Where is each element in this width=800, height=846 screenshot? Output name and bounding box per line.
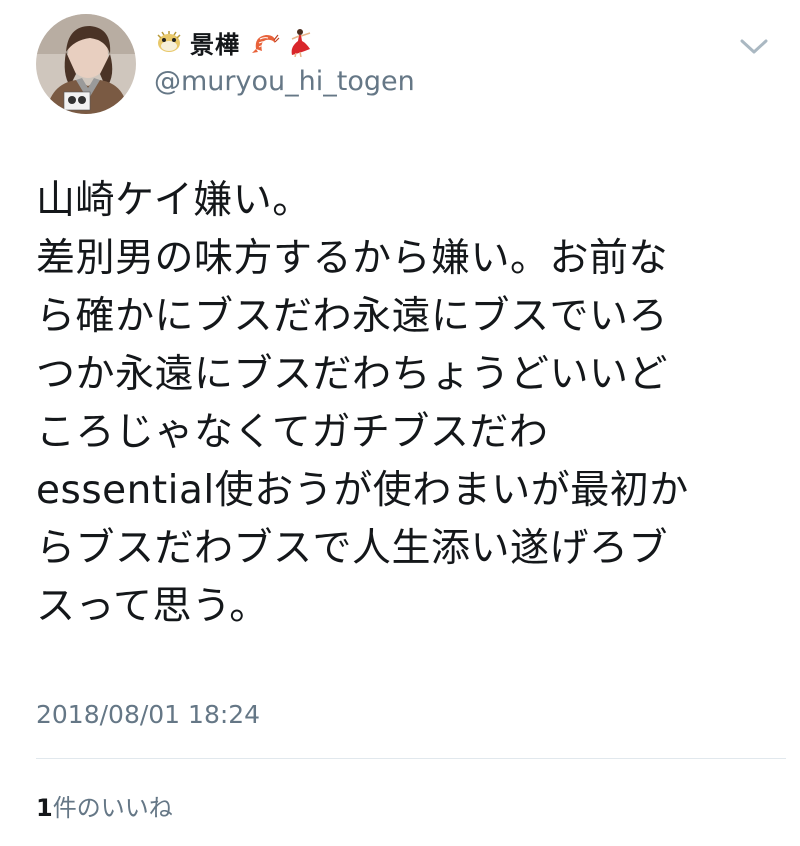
tweet-text-line: スって思う。 xyxy=(36,584,269,629)
tweet-text-line: ら確かにブスだわ永遠にブスでいろ xyxy=(36,294,669,339)
tweet-card: 景樺 @muryou_hi_togen 山崎ケイ嫌い。 差別男の味方するから嫌い… xyxy=(0,0,800,846)
user-info: 景樺 @muryou_hi_togen xyxy=(154,22,714,97)
tweet-text: 山崎ケイ嫌い。 差別男の味方するから嫌い。お前な ら確かにブスだわ永遠にブスでい… xyxy=(36,172,776,636)
name-row: 景樺 xyxy=(154,22,714,62)
dancer-icon xyxy=(286,27,316,58)
tweet-text-line: 差別男の味方するから嫌い。お前な xyxy=(36,236,669,281)
tweet-text-line: つか永遠にブスだわちょうどいいど xyxy=(36,352,669,397)
divider xyxy=(36,758,786,759)
likes-count: 1 xyxy=(36,794,53,822)
avatar-image xyxy=(36,14,136,114)
tweet-text-line: 山崎ケイ嫌い。 xyxy=(36,178,312,223)
tweet-text-line: らブスだわブスで人生添い遂げろブ xyxy=(36,526,669,571)
likes-count-link[interactable]: 1件のいいね xyxy=(36,788,173,823)
display-name[interactable]: 景樺 xyxy=(190,25,240,60)
pufferfish-icon xyxy=(154,27,184,57)
likes-label: 件のいいね xyxy=(52,794,173,822)
user-handle[interactable]: @muryou_hi_togen xyxy=(154,66,714,97)
tweet-text-line: essential使おうが使わまいが最初か xyxy=(36,468,689,513)
shrimp-icon xyxy=(250,27,280,57)
tweet-text-line: ころじゃなくてガチブスだわ xyxy=(36,410,549,455)
chevron-down-icon[interactable] xyxy=(737,36,771,58)
avatar[interactable] xyxy=(36,14,136,114)
tweet-timestamp[interactable]: 2018/08/01 18:24 xyxy=(36,700,260,729)
